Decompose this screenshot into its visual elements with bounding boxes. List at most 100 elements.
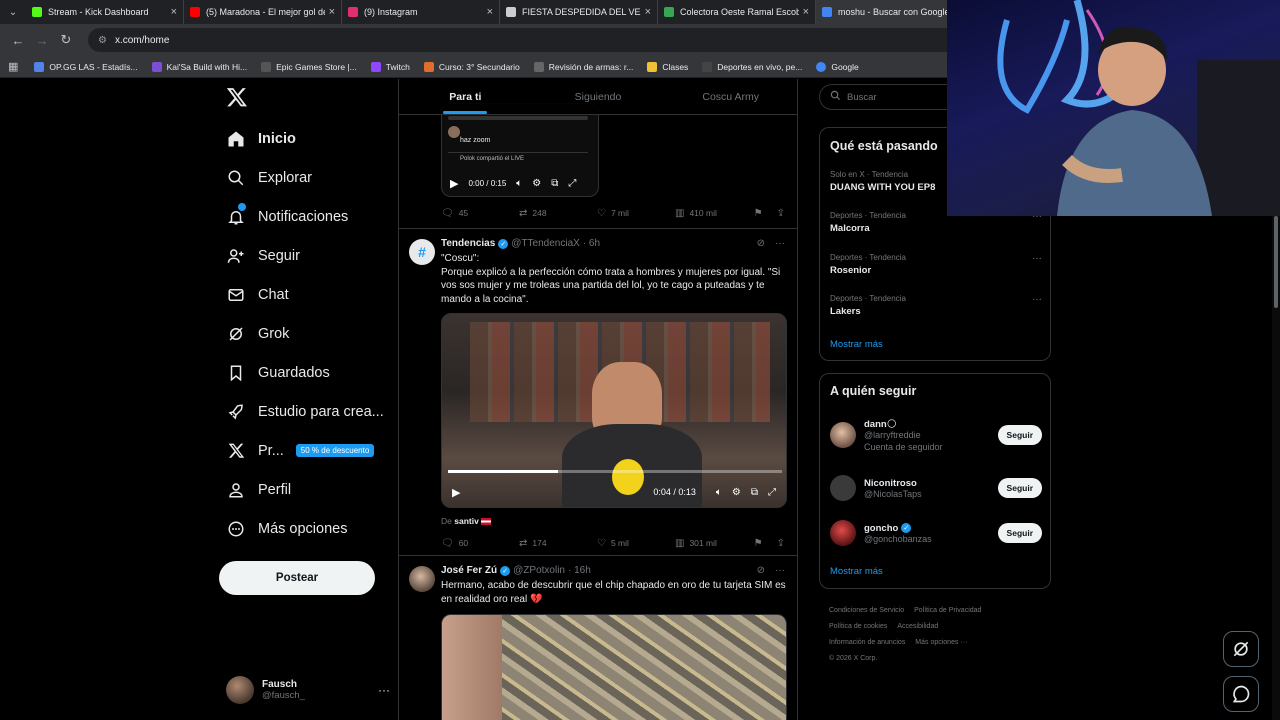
pip-icon[interactable]: ⧉: [551, 178, 558, 189]
nav-notifications[interactable]: Notificaciones: [218, 197, 398, 236]
tab-for-you[interactable]: Para ti: [399, 79, 532, 114]
reply-button[interactable]: 🗨︎ 60: [441, 538, 519, 549]
author-name[interactable]: Tendencias: [441, 238, 495, 249]
video-source[interactable]: De santiv: [441, 516, 492, 526]
reload-icon[interactable]: ↻: [54, 28, 78, 52]
avatar[interactable]: [409, 566, 435, 592]
bookmark[interactable]: Google: [816, 61, 859, 72]
bookmark[interactable]: Twitch: [370, 61, 410, 72]
like-button[interactable]: ♡ 7 mil: [597, 208, 675, 219]
tab-following[interactable]: Siguiendo: [532, 79, 665, 114]
back-icon[interactable]: ←: [6, 28, 30, 52]
share-icon[interactable]: ⇪: [777, 538, 785, 549]
show-more-link[interactable]: Mostrar más: [830, 566, 883, 577]
show-more-link[interactable]: Mostrar más: [830, 339, 883, 350]
views-button[interactable]: ▥ 301 mil: [675, 538, 753, 549]
site-info-icon[interactable]: ⚙: [98, 35, 107, 46]
nav-home[interactable]: Inicio: [218, 119, 398, 158]
close-tab-icon[interactable]: ×: [645, 6, 651, 18]
close-tab-icon[interactable]: ×: [329, 6, 335, 18]
account-switcher[interactable]: Fausch @fausch_ ···: [226, 674, 390, 706]
apps-icon[interactable]: ▦: [8, 60, 18, 73]
avatar[interactable]: [830, 475, 856, 501]
follow-button[interactable]: Seguir: [997, 523, 1042, 543]
volume-icon[interactable]: 🔈︎: [716, 487, 722, 498]
footer-link[interactable]: Política de Privacidad: [914, 607, 981, 614]
footer-link[interactable]: Accesibilidad: [897, 623, 938, 630]
browser-tab[interactable]: FIESTA DESPEDIDA DEL VERANO×: [500, 0, 658, 24]
nav-chat[interactable]: Chat: [218, 275, 398, 314]
avatar[interactable]: [830, 520, 856, 546]
bookmark[interactable]: Kai'Sa Build with Hi...: [151, 61, 247, 72]
avatar[interactable]: #: [409, 239, 435, 265]
nav-more[interactable]: Más opciones: [218, 509, 398, 548]
follow-suggestion[interactable]: dann🌕 @larryftreddie Cuenta de seguidor …: [830, 410, 1042, 460]
bookmark[interactable]: Revisión de armas: r...: [533, 61, 633, 72]
play-icon[interactable]: ▶: [450, 177, 458, 190]
share-icon[interactable]: ⇪: [777, 208, 785, 219]
grok-icon[interactable]: ⊘: [757, 238, 765, 249]
views-button[interactable]: ▥ 410 mil: [675, 208, 753, 219]
author-name[interactable]: José Fer Zú: [441, 565, 497, 576]
repost-button[interactable]: ⇄ 174: [519, 538, 597, 549]
tweet-image[interactable]: [441, 614, 787, 720]
url-field[interactable]: ⚙ x.com/home: [88, 28, 968, 52]
tab-search-icon[interactable]: ⌄: [0, 0, 26, 24]
browser-tab[interactable]: Stream - Kick Dashboard ×: [26, 0, 184, 24]
more-dots-icon[interactable]: ···: [775, 565, 785, 576]
close-tab-icon[interactable]: ×: [803, 6, 809, 18]
grok-float-button[interactable]: [1223, 631, 1259, 667]
tweet-video[interactable]: ▶ 0:04 / 0:13 🔈︎ ⚙ ⧉ ⤢: [441, 313, 787, 508]
promo-badge[interactable]: 50 % de descuento: [295, 444, 375, 457]
reply-button[interactable]: 🗨︎ 45: [441, 208, 519, 219]
follow-button[interactable]: Seguir: [997, 425, 1042, 445]
more-dots-icon[interactable]: ···: [775, 238, 785, 249]
author-handle[interactable]: @ZPotxolin: [513, 565, 565, 576]
pip-icon[interactable]: ⧉: [751, 487, 758, 498]
footer-link[interactable]: Política de cookies: [829, 623, 887, 630]
tweet[interactable]: José Fer Zú ✓ @ZPotxolin · 16h ⊘ ··· Herm…: [399, 555, 797, 720]
tweet[interactable]: # Tendencias ✓ @TTendenciaX · 6h ⊘ ··· "C…: [399, 228, 797, 555]
settings-icon[interactable]: ⚙: [732, 487, 741, 498]
close-tab-icon[interactable]: ×: [487, 6, 493, 18]
bookmark-icon[interactable]: ⚑: [754, 208, 763, 219]
more-dots-icon[interactable]: ···: [1032, 294, 1042, 305]
follow-button[interactable]: Seguir: [997, 478, 1042, 498]
bookmark-icon[interactable]: ⚑: [754, 538, 763, 549]
nav-follow[interactable]: Seguir: [218, 236, 398, 275]
browser-tab[interactable]: Colectora Oeste Ramal Escobar ×: [658, 0, 816, 24]
browser-tab[interactable]: (5) Maradona - El mejor gol del ×: [184, 0, 342, 24]
bookmark[interactable]: Deportes en vivo, pe...: [702, 61, 802, 72]
nav-bookmarks[interactable]: Guardados: [218, 353, 398, 392]
like-button[interactable]: ♡ 5 mil: [597, 538, 675, 549]
footer-link[interactable]: Información de anuncios: [829, 639, 905, 646]
nav-explore[interactable]: Explorar: [218, 158, 398, 197]
more-dots-icon[interactable]: ···: [378, 683, 390, 697]
scrollbar-thumb[interactable]: [1274, 216, 1278, 308]
author-handle[interactable]: @TTendenciaX: [511, 238, 580, 249]
bookmark[interactable]: Clases: [647, 61, 688, 72]
trend-item[interactable]: Deportes · Tendencia Lakers ···: [830, 294, 1042, 317]
repost-button[interactable]: ⇄ 248: [519, 208, 597, 219]
volume-icon[interactable]: 🔈︎: [516, 178, 522, 189]
grok-icon[interactable]: ⊘: [757, 565, 765, 576]
follow-suggestion[interactable]: Niconitroso @NicolasTaps Seguir: [830, 468, 1042, 508]
close-tab-icon[interactable]: ×: [171, 6, 177, 18]
bookmark[interactable]: Epic Games Store |...: [261, 61, 357, 72]
browser-tab[interactable]: (9) Instagram ×: [342, 0, 500, 24]
settings-icon[interactable]: ⚙: [532, 178, 541, 189]
bookmark[interactable]: OP.GG LAS - Estadís...: [34, 61, 138, 72]
nav-profile[interactable]: Perfil: [218, 470, 398, 509]
fullscreen-icon[interactable]: ⤢: [568, 178, 576, 189]
bookmark[interactable]: Curso: 3° Secundario: [423, 61, 520, 72]
nav-premium[interactable]: Pr... 50 % de descuento: [218, 431, 398, 470]
footer-link[interactable]: Más opciones ···: [915, 639, 967, 646]
tweet-media[interactable]: haz zoom Polok compartió el LIVE ▶ 0:00 …: [441, 103, 599, 197]
footer-link[interactable]: Condiciones de Servicio: [829, 607, 904, 614]
follow-suggestion[interactable]: goncho ✓ @gonchobanzas Seguir: [830, 513, 1042, 553]
post-button[interactable]: Postear: [219, 561, 375, 595]
video-progress[interactable]: [448, 470, 782, 473]
play-icon[interactable]: ▶: [452, 486, 460, 499]
nav-grok[interactable]: Grok: [218, 314, 398, 353]
tab-coscu-army[interactable]: Coscu Army: [664, 79, 797, 114]
